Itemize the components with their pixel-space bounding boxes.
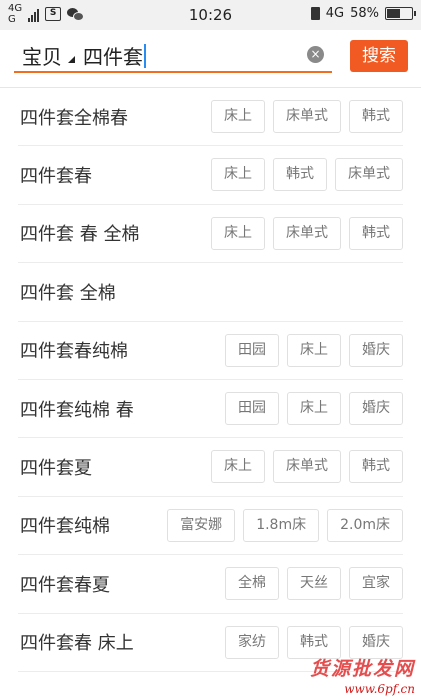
suggestion-tags: 全棉 天丝 宜家 — [225, 567, 403, 601]
suggestion-tag[interactable]: 韩式 — [273, 158, 327, 192]
suggestion-row[interactable]: 四件套春 床上 韩式 床单式 — [18, 146, 403, 205]
scope-dropdown-icon[interactable] — [68, 56, 75, 63]
suggestion-tag[interactable]: 床上 — [211, 216, 265, 250]
suggestion-row[interactable]: 四件套纯棉 富安娜 1.8m床 2.0m床 — [18, 497, 403, 556]
text-cursor — [144, 43, 146, 68]
suggestion-row[interactable]: 四件套 全棉 — [18, 263, 403, 322]
suggestion-tag[interactable]: 床上 — [211, 158, 265, 192]
search-input[interactable]: 宝贝 四件套 × — [14, 40, 332, 73]
battery-fill — [387, 9, 400, 18]
suggestion-tag[interactable]: 全棉 — [225, 567, 279, 601]
suggestion-tags: 富安娜 1.8m床 2.0m床 — [167, 508, 403, 542]
suggestion-tags: 床上 床单式 韩式 — [211, 100, 403, 133]
suggestion-text[interactable]: 四件套全棉春 — [18, 104, 128, 130]
suggestion-tags: 田园 床上 婚庆 — [225, 333, 403, 367]
suggestion-tag[interactable]: 天丝 — [287, 567, 341, 601]
sim-icon — [310, 7, 320, 20]
suggestion-tag[interactable]: 床上 — [211, 100, 265, 133]
status-right: 4G 58% — [310, 6, 416, 21]
suggestion-tag[interactable]: 宜家 — [349, 567, 403, 601]
suggestion-text[interactable]: 四件套春夏 — [18, 571, 110, 597]
search-button[interactable]: 搜索 — [350, 40, 408, 72]
lte-indicator: 4G — [325, 6, 345, 21]
suggestion-text[interactable]: 四件套纯棉 — [18, 512, 110, 538]
battery-percent: 58% — [350, 6, 379, 21]
suggestion-tag[interactable]: 床单式 — [335, 158, 403, 192]
suggestion-text[interactable]: 四件套纯棉 春 — [18, 396, 134, 422]
suggestion-tags: 床上 床单式 韩式 — [211, 450, 403, 484]
status-bar: 4G G S 10:26 4G 58% — [0, 0, 421, 30]
suggestion-tag[interactable]: 床上 — [287, 333, 341, 367]
suggestion-tag[interactable]: 家纺 — [225, 625, 279, 659]
clear-icon[interactable]: × — [307, 46, 324, 63]
suggestion-text[interactable]: 四件套春 — [18, 162, 92, 188]
suggestion-row[interactable]: 四件套 春 全棉 床上 床单式 韩式 — [18, 205, 403, 264]
suggestion-tag[interactable]: 床单式 — [273, 450, 341, 484]
suggestion-text[interactable]: 四件套春 床上 — [18, 629, 134, 655]
suggestion-tag[interactable]: 床上 — [287, 391, 341, 425]
suggestion-tag[interactable]: 2.0m床 — [327, 508, 403, 542]
suggestion-tag[interactable]: 床单式 — [273, 100, 341, 133]
suggestion-tag[interactable]: 富安娜 — [167, 508, 236, 542]
suggestion-list: 四件套全棉春 床上 床单式 韩式 四件套春 床上 韩式 床单式 四件套 春 全棉 床上 床单式 韩式四… — [0, 88, 421, 672]
suggestion-text[interactable]: 四件套 全棉 — [18, 279, 116, 305]
suggestion-row[interactable]: 四件套春夏 全棉 天丝 宜家 — [18, 555, 403, 614]
suggestion-row[interactable]: 四件套夏 床上 床单式 韩式 — [18, 438, 403, 497]
search-scope-selector[interactable]: 宝贝 — [14, 41, 62, 70]
suggestion-text[interactable]: 四件套 春 全棉 — [18, 220, 139, 246]
suggestion-tag[interactable]: 田园 — [225, 391, 279, 425]
watermark-title: 货源批发网 — [309, 658, 415, 680]
suggestion-tags: 床上 韩式 床单式 — [211, 158, 403, 192]
watermark: 货源批发网 www.6pf.cn — [310, 654, 415, 696]
suggestion-tag[interactable]: 床上 — [211, 450, 265, 484]
suggestion-tag[interactable]: 田园 — [225, 333, 279, 367]
watermark-url: www.6pf.cn — [344, 682, 415, 696]
search-header: 宝贝 四件套 × 搜索 — [0, 30, 421, 88]
suggestion-text[interactable]: 四件套春纯棉 — [18, 337, 128, 363]
suggestion-text[interactable]: 四件套夏 — [18, 454, 92, 480]
suggestion-tags: 田园 床上 婚庆 — [225, 391, 403, 425]
suggestion-row[interactable]: 四件套纯棉 春 田园 床上 婚庆 — [18, 380, 403, 439]
search-query-text[interactable]: 四件套 — [83, 41, 143, 70]
suggestion-row[interactable]: 四件套全棉春 床上 床单式 韩式 — [18, 88, 403, 147]
suggestion-row[interactable]: 四件套春纯棉 田园 床上 婚庆 — [18, 322, 403, 380]
suggestion-tag[interactable]: 韩式 — [349, 100, 403, 133]
suggestion-tag[interactable]: 床单式 — [273, 216, 341, 250]
suggestion-tag[interactable]: 1.8m床 — [243, 508, 320, 542]
suggestion-tag[interactable]: 韩式 — [349, 216, 403, 250]
battery-icon — [385, 7, 416, 20]
suggestion-tag[interactable]: 韩式 — [349, 450, 403, 484]
suggestion-tags: 床上 床单式 韩式 — [211, 216, 403, 250]
suggestion-tag[interactable]: 婚庆 — [349, 333, 403, 367]
suggestion-tag[interactable]: 婚庆 — [349, 391, 403, 425]
